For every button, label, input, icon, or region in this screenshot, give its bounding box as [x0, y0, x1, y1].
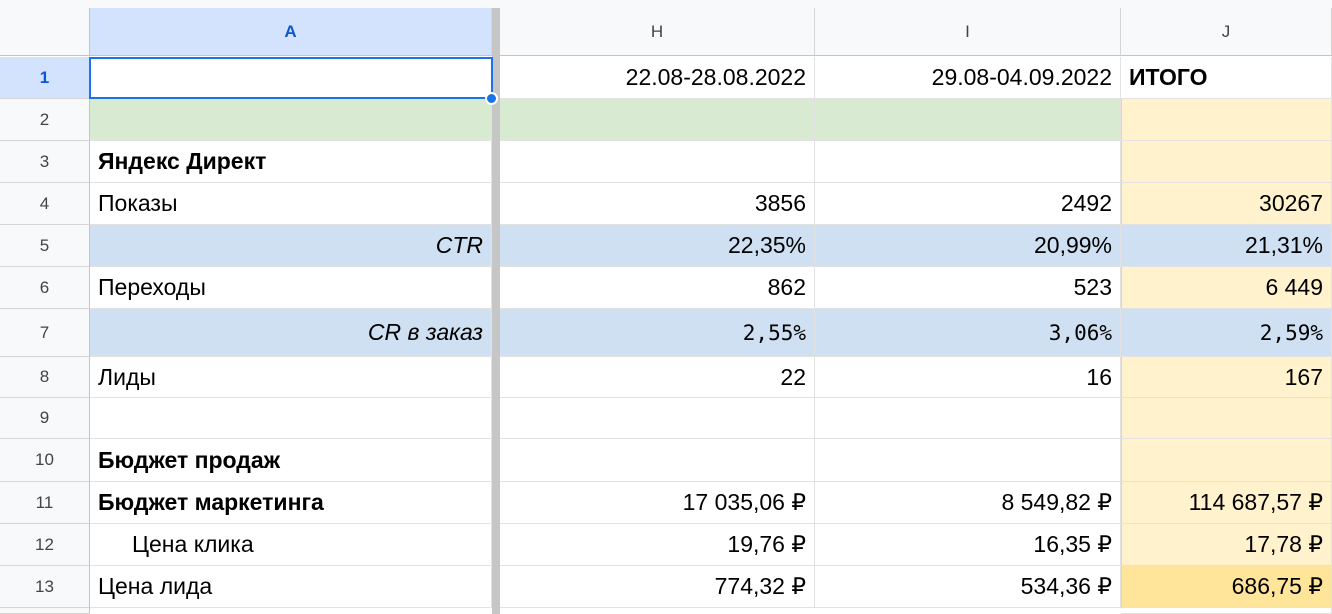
- table-row: 3 Яндекс Директ: [0, 141, 1332, 183]
- cell-h4[interactable]: 3856: [500, 183, 815, 225]
- row-header[interactable]: 8: [0, 357, 90, 398]
- cell-i6[interactable]: 523: [815, 267, 1121, 309]
- cell-h12[interactable]: 19,76 ₽: [500, 524, 815, 566]
- table-row: 5 CTR 22,35% 20,99% 21,31%: [0, 225, 1332, 267]
- table-row: 7 CR в заказ 2,55% 3,06% 2,59%: [0, 309, 1332, 357]
- cell-i4[interactable]: 2492: [815, 183, 1121, 225]
- table-row: 12 Цена клика 19,76 ₽ 16,35 ₽ 17,78 ₽: [0, 524, 1332, 566]
- table-row: 6 Переходы 862 523 6 449: [0, 267, 1332, 309]
- cell-a13[interactable]: Цена лида: [90, 566, 492, 608]
- spreadsheet-grid: A H I J 1 22.08-28.08.2022 29.08-04.09.2…: [0, 0, 1332, 614]
- cell-a11[interactable]: Бюджет маркетинга: [90, 482, 492, 524]
- cell-h2[interactable]: [500, 99, 815, 141]
- cell-i3[interactable]: [815, 141, 1121, 183]
- row-header[interactable]: 10: [0, 439, 90, 482]
- cell-j2[interactable]: [1121, 99, 1332, 141]
- column-header-row: A H I J: [0, 8, 1332, 56]
- fill-handle[interactable]: [485, 92, 498, 105]
- cell-j10[interactable]: [1121, 439, 1332, 482]
- cell-a7[interactable]: CR в заказ: [90, 309, 492, 357]
- cell-j7[interactable]: 2,59%: [1121, 309, 1332, 357]
- cell-a10[interactable]: Бюджет продаж: [90, 439, 492, 482]
- cell-h7[interactable]: 2,55%: [500, 309, 815, 357]
- cell-j14[interactable]: [1121, 608, 1332, 614]
- cell-h11[interactable]: 17 035,06 ₽: [500, 482, 815, 524]
- row-header[interactable]: 7: [0, 309, 90, 357]
- cell-i9[interactable]: [815, 398, 1121, 439]
- row-header[interactable]: 13: [0, 566, 90, 608]
- table-row: 2: [0, 99, 1332, 141]
- cell-a9[interactable]: [90, 398, 492, 439]
- cell-j13[interactable]: 686,75 ₽: [1121, 566, 1332, 608]
- column-header-j[interactable]: J: [1121, 8, 1332, 56]
- row-header[interactable]: 5: [0, 225, 90, 267]
- cell-a12[interactable]: Цена клика: [90, 524, 492, 566]
- toolbar-edge: [0, 0, 1332, 8]
- table-row: 11 Бюджет маркетинга 17 035,06 ₽ 8 549,8…: [0, 482, 1332, 524]
- table-row: 8 Лиды 22 16 167: [0, 357, 1332, 398]
- table-row: 13 Цена лида 774,32 ₽ 534,36 ₽ 686,75 ₽: [0, 566, 1332, 608]
- column-header-a[interactable]: A: [90, 8, 492, 56]
- cell-h13[interactable]: 774,32 ₽: [500, 566, 815, 608]
- cell-a4[interactable]: Показы: [90, 183, 492, 225]
- cell-j1[interactable]: ИТОГО: [1121, 57, 1332, 99]
- cell-h10[interactable]: [500, 439, 815, 482]
- cell-a6[interactable]: Переходы: [90, 267, 492, 309]
- row-header[interactable]: 2: [0, 99, 90, 141]
- cell-a2[interactable]: [90, 99, 492, 141]
- cell-j3[interactable]: [1121, 141, 1332, 183]
- cell-h3[interactable]: [500, 141, 815, 183]
- cell-i10[interactable]: [815, 439, 1121, 482]
- cell-j9[interactable]: [1121, 398, 1332, 439]
- cell-j11[interactable]: 114 687,57 ₽: [1121, 482, 1332, 524]
- cell-j8[interactable]: 167: [1121, 357, 1332, 398]
- cell-i7[interactable]: 3,06%: [815, 309, 1121, 357]
- cell-h5[interactable]: 22,35%: [500, 225, 815, 267]
- cell-a8[interactable]: Лиды: [90, 357, 492, 398]
- row-header[interactable]: 12: [0, 524, 90, 566]
- cell-h6[interactable]: 862: [500, 267, 815, 309]
- cell-i13[interactable]: 534,36 ₽: [815, 566, 1121, 608]
- cell-h1[interactable]: 22.08-28.08.2022: [500, 57, 815, 99]
- table-row: 4 Показы 3856 2492 30267: [0, 183, 1332, 225]
- selected-cell-border: [89, 57, 493, 99]
- row-header[interactable]: 4: [0, 183, 90, 225]
- row-header[interactable]: 1: [0, 57, 90, 99]
- row-header[interactable]: 11: [0, 482, 90, 524]
- row-header[interactable]: [0, 608, 90, 614]
- cell-h9[interactable]: [500, 398, 815, 439]
- table-row: 9: [0, 398, 1332, 439]
- cell-i8[interactable]: 16: [815, 357, 1121, 398]
- cell-j5[interactable]: 21,31%: [1121, 225, 1332, 267]
- cell-j12[interactable]: 17,78 ₽: [1121, 524, 1332, 566]
- row-header[interactable]: 3: [0, 141, 90, 183]
- cell-a3[interactable]: Яндекс Директ: [90, 141, 492, 183]
- cell-i2[interactable]: [815, 99, 1121, 141]
- cell-h8[interactable]: 22: [500, 357, 815, 398]
- cell-i1[interactable]: 29.08-04.09.2022: [815, 57, 1121, 99]
- cell-a5[interactable]: CTR: [90, 225, 492, 267]
- column-header-i[interactable]: I: [815, 8, 1121, 56]
- table-row: [0, 608, 1332, 614]
- cell-j4[interactable]: 30267: [1121, 183, 1332, 225]
- table-row: 10 Бюджет продаж: [0, 439, 1332, 482]
- cell-i12[interactable]: 16,35 ₽: [815, 524, 1121, 566]
- cell-i5[interactable]: 20,99%: [815, 225, 1121, 267]
- row-header[interactable]: 6: [0, 267, 90, 309]
- cell-i11[interactable]: 8 549,82 ₽: [815, 482, 1121, 524]
- cell-j6[interactable]: 6 449: [1121, 267, 1332, 309]
- column-header-h[interactable]: H: [500, 8, 815, 56]
- row-header[interactable]: 9: [0, 398, 90, 439]
